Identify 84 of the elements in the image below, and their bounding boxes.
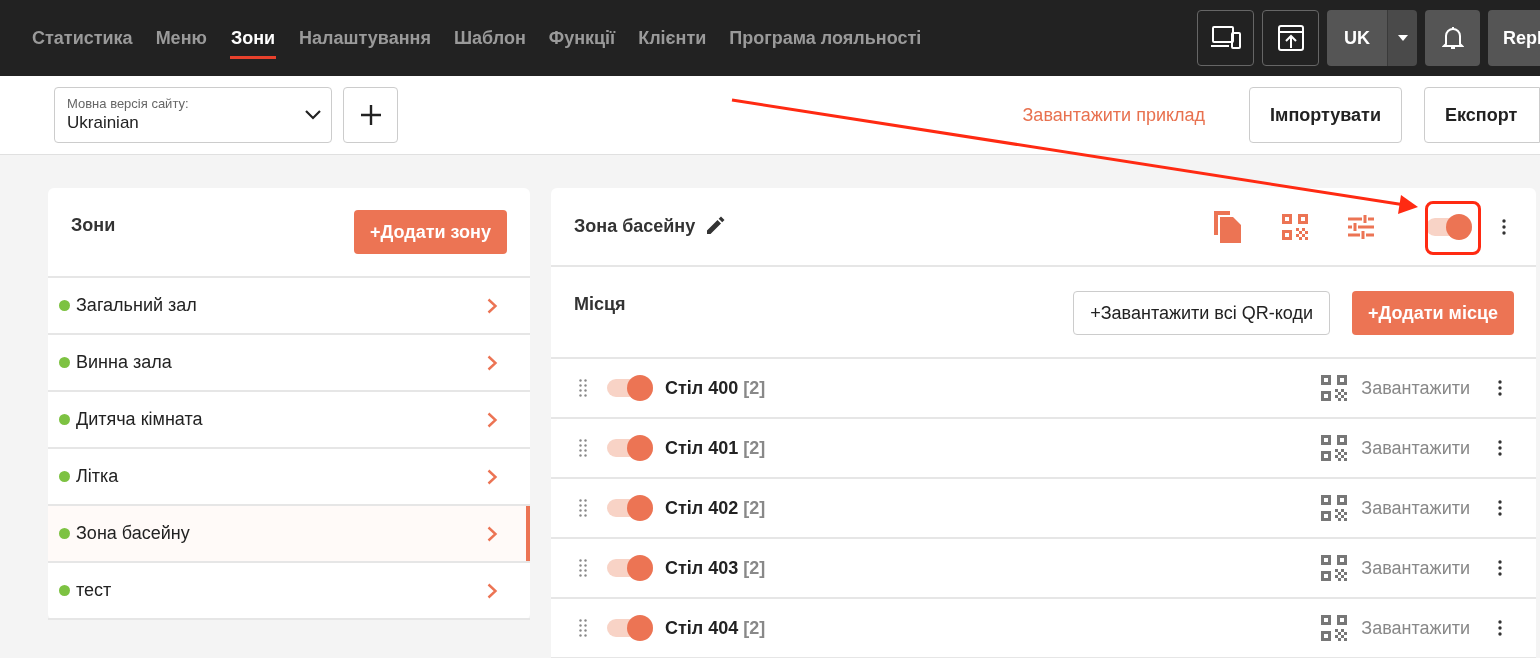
copy-icon[interactable]: [1214, 210, 1242, 243]
drag-handle-icon[interactable]: [579, 499, 587, 517]
place-name: Стіл 403: [665, 556, 739, 580]
language-dropdown-button[interactable]: [1387, 10, 1417, 66]
drag-handle-icon[interactable]: [579, 559, 587, 577]
chevron-right-icon: [487, 297, 498, 314]
seat-count: [2]: [743, 616, 766, 640]
highlight-box: [1425, 201, 1481, 255]
drag-handle-icon[interactable]: [579, 379, 587, 397]
caret-icon: [1397, 35, 1408, 41]
devices-icon: [1209, 25, 1242, 51]
add-place-button[interactable]: +Додати місце: [1351, 291, 1514, 335]
zone-toggle[interactable]: [1426, 213, 1472, 240]
upload-button[interactable]: [1262, 10, 1319, 66]
download-link[interactable]: Завантажити: [1361, 614, 1470, 642]
seat-count: [2]: [743, 436, 766, 460]
chevron-right-icon: [487, 525, 498, 542]
download-all-qr-button[interactable]: +Завантажити всі QR-коди: [1073, 291, 1330, 335]
nav-tab[interactable]: Шаблон: [453, 24, 526, 52]
seat-count: [2]: [743, 376, 766, 400]
zone-title: Зона басейну: [574, 215, 696, 238]
zone-list-item[interactable]: Зона басейну: [48, 506, 530, 563]
notifications-button[interactable]: [1425, 10, 1480, 66]
more-vertical-icon[interactable]: [1498, 500, 1502, 516]
more-vertical-icon[interactable]: [1498, 440, 1502, 456]
user-button[interactable]: Repl: [1488, 10, 1540, 66]
place-toggle[interactable]: [607, 435, 653, 461]
chevron-down-icon: [305, 110, 321, 120]
qr-code-icon: [1321, 495, 1348, 521]
devices-button[interactable]: [1197, 10, 1254, 66]
nav-tab[interactable]: Клієнти: [638, 24, 707, 52]
place-toggle[interactable]: [607, 555, 653, 581]
section-title: Місця: [574, 293, 626, 316]
language-button[interactable]: UK: [1327, 10, 1387, 66]
chevron-right-icon: [487, 354, 498, 371]
upload-window-icon: [1276, 24, 1305, 52]
import-button[interactable]: Імпортувати: [1249, 87, 1402, 143]
zone-list-item[interactable]: Дитяча кімната: [48, 392, 530, 449]
qr-code-icon[interactable]: [1282, 213, 1308, 240]
more-vertical-icon[interactable]: [1498, 620, 1502, 636]
zone-list-item[interactable]: Винна зала: [48, 335, 530, 392]
language-select[interactable]: Мовна версія сайту: Ukrainian: [54, 87, 332, 143]
more-vertical-icon[interactable]: [1502, 218, 1506, 235]
add-language-button[interactable]: [343, 87, 398, 143]
place-toggle[interactable]: [607, 495, 653, 521]
place-name: Стіл 404: [665, 616, 739, 640]
qr-code-icon: [1321, 555, 1348, 581]
zone-list-item[interactable]: Загальний зал: [48, 278, 530, 335]
download-link[interactable]: Завантажити: [1361, 434, 1470, 462]
nav-tab[interactable]: Статистика: [32, 24, 133, 52]
bell-icon: [1441, 25, 1464, 51]
chevron-right-icon: [487, 411, 498, 428]
drag-handle-icon[interactable]: [579, 439, 587, 457]
seat-count: [2]: [743, 556, 766, 580]
place-toggle[interactable]: [607, 375, 653, 401]
qr-code-icon: [1321, 435, 1348, 461]
qr-code-icon: [1321, 375, 1348, 401]
panel-title: Зони: [71, 214, 116, 237]
place-name: Стіл 402: [665, 496, 739, 520]
nav-tab[interactable]: Функції: [548, 24, 616, 52]
download-link[interactable]: Завантажити: [1361, 494, 1470, 522]
chevron-right-icon: [487, 468, 498, 485]
pencil-icon[interactable]: [707, 215, 726, 234]
export-button[interactable]: Експорт: [1424, 87, 1540, 143]
more-vertical-icon[interactable]: [1498, 560, 1502, 576]
chevron-right-icon: [487, 582, 498, 599]
download-link[interactable]: Завантажити: [1361, 374, 1470, 402]
add-zone-button[interactable]: +Додати зону: [354, 210, 507, 254]
nav-tab[interactable]: Налаштування: [299, 24, 431, 52]
download-link[interactable]: Завантажити: [1361, 554, 1470, 582]
zone-list-item[interactable]: тест: [48, 563, 530, 620]
plus-icon: [360, 105, 381, 125]
nav-tab[interactable]: Програма лояльності: [729, 24, 922, 52]
qr-code-icon: [1321, 615, 1348, 641]
seat-count: [2]: [743, 496, 766, 520]
place-name: Стіл 400: [665, 376, 739, 400]
nav-tab[interactable]: Зони: [229, 24, 277, 59]
download-example-link[interactable]: Завантажити приклад: [1022, 101, 1206, 129]
nav-tab[interactable]: Меню: [155, 24, 207, 52]
place-toggle[interactable]: [607, 615, 653, 641]
sliders-icon[interactable]: [1348, 214, 1374, 239]
drag-handle-icon[interactable]: [579, 619, 587, 637]
more-vertical-icon[interactable]: [1498, 380, 1502, 396]
place-name: Стіл 401: [665, 436, 739, 460]
